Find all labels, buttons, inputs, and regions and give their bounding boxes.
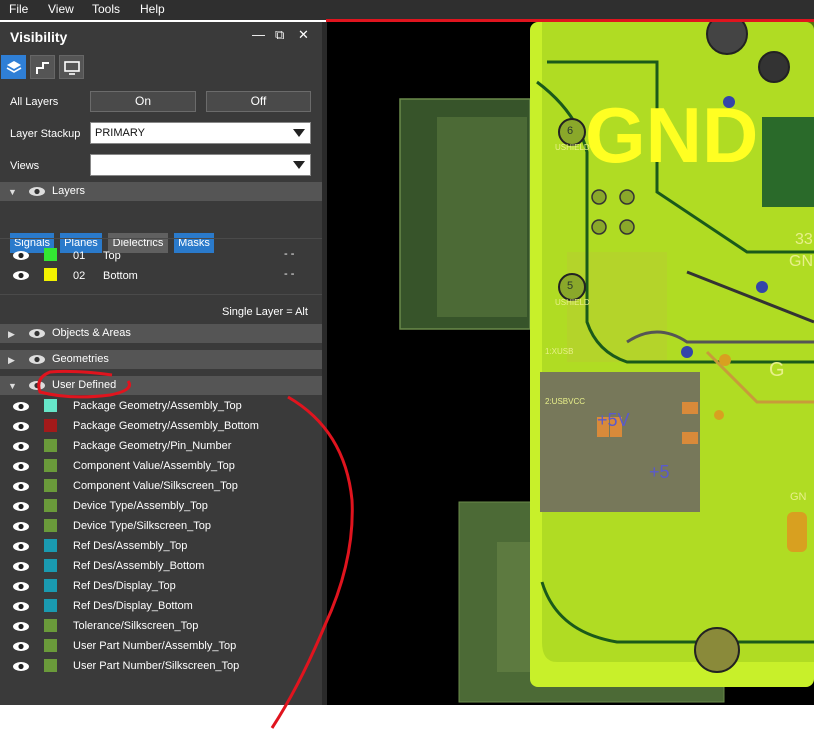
- annotation-circle: [37, 369, 131, 399]
- red-annotation-overlay: [37, 369, 354, 729]
- annotation-curve: [270, 395, 354, 729]
